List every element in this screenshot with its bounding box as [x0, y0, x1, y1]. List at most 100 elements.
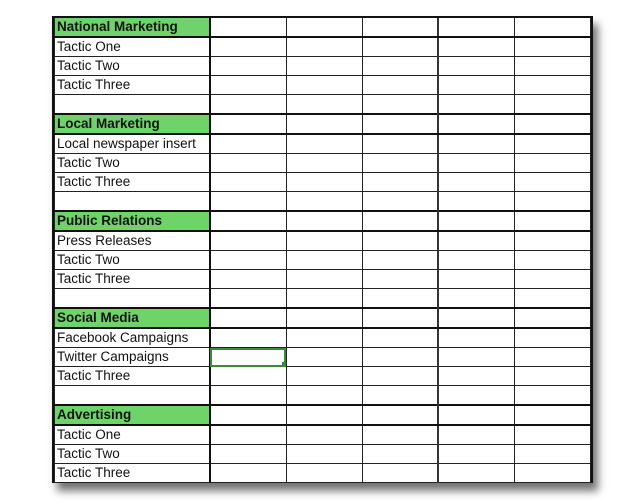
grid-cell[interactable] [209, 250, 287, 270]
grid-cell[interactable] [209, 113, 287, 135]
grid-cell[interactable] [361, 404, 440, 426]
grid-cell[interactable] [285, 424, 363, 445]
grid-cell[interactable] [361, 56, 440, 76]
category-header-cell[interactable]: Public Relations [54, 210, 211, 232]
category-header-cell[interactable]: Local Marketing [54, 113, 211, 135]
grid-cell[interactable] [361, 307, 440, 329]
grid-cell[interactable] [209, 153, 287, 173]
grid-cell[interactable] [361, 444, 440, 464]
grid-cell[interactable] [437, 94, 515, 115]
grid-cell[interactable] [513, 404, 592, 426]
grid-cell[interactable] [209, 56, 287, 76]
grid-cell[interactable] [361, 250, 440, 270]
grid-cell[interactable] [285, 18, 363, 38]
grid-cell[interactable] [285, 94, 363, 115]
grid-cell[interactable] [513, 444, 592, 464]
grid-cell[interactable] [285, 366, 363, 386]
category-header-cell[interactable]: Social Media [54, 307, 211, 329]
grid-cell[interactable] [437, 424, 515, 445]
grid-cell[interactable] [437, 366, 515, 386]
grid-cell[interactable] [513, 288, 592, 309]
grid-cell[interactable] [437, 385, 515, 406]
tactic-label-cell[interactable]: Tactic Three [54, 463, 211, 483]
grid-cell[interactable] [513, 366, 592, 386]
grid-cell[interactable] [209, 424, 287, 445]
grid-cell[interactable] [513, 36, 592, 57]
grid-cell[interactable] [361, 327, 440, 348]
grid-cell[interactable] [361, 18, 440, 38]
grid-cell[interactable] [513, 56, 592, 76]
grid-cell[interactable] [513, 463, 592, 483]
grid-cell[interactable] [361, 172, 440, 192]
tactic-label-cell[interactable]: Press Releases [54, 230, 211, 251]
grid-cell[interactable] [285, 153, 363, 173]
grid-cell[interactable] [209, 36, 287, 57]
grid-cell[interactable] [361, 463, 440, 483]
grid-cell[interactable] [285, 385, 363, 406]
grid-cell[interactable] [361, 366, 440, 386]
grid-cell[interactable] [437, 307, 515, 329]
grid-cell[interactable] [513, 113, 592, 135]
grid-cell[interactable] [437, 210, 515, 232]
grid-cell[interactable] [209, 172, 287, 192]
selected-grid-cell[interactable] [209, 347, 287, 367]
grid-cell[interactable] [513, 327, 592, 348]
grid-cell[interactable] [285, 36, 363, 57]
grid-cell[interactable] [437, 463, 515, 483]
fill-handle[interactable] [281, 362, 286, 366]
tactic-label-cell[interactable]: Tactic Three [54, 172, 211, 192]
grid-cell[interactable] [437, 36, 515, 57]
grid-cell[interactable] [437, 269, 515, 289]
grid-cell[interactable] [361, 230, 440, 251]
grid-cell[interactable] [437, 444, 515, 464]
grid-cell[interactable] [361, 36, 440, 57]
grid-cell[interactable] [513, 94, 592, 115]
grid-cell[interactable] [361, 113, 440, 135]
grid-cell[interactable] [361, 133, 440, 154]
grid-cell[interactable] [513, 18, 592, 38]
tactic-label-cell[interactable]: Tactic Three [54, 366, 211, 386]
grid-cell[interactable] [437, 18, 515, 38]
grid-cell[interactable] [437, 113, 515, 135]
grid-cell[interactable] [285, 172, 363, 192]
grid-cell[interactable] [209, 94, 287, 115]
tactic-label-cell[interactable]: Tactic Two [54, 153, 211, 173]
grid-cell[interactable] [437, 191, 515, 212]
grid-cell[interactable] [209, 404, 287, 426]
grid-cell[interactable] [361, 385, 440, 406]
tactic-label-cell[interactable]: Tactic Three [54, 75, 211, 95]
grid-cell[interactable] [513, 424, 592, 445]
tactic-label-cell[interactable]: Facebook Campaigns [54, 327, 211, 348]
category-header-cell[interactable]: National Marketing [54, 18, 211, 38]
grid-cell[interactable] [513, 172, 592, 192]
grid-cell[interactable] [361, 94, 440, 115]
grid-cell[interactable] [285, 250, 363, 270]
grid-cell[interactable] [437, 404, 515, 426]
grid-cell[interactable] [361, 210, 440, 232]
grid-cell[interactable] [361, 288, 440, 309]
grid-cell[interactable] [209, 18, 287, 38]
tactic-label-cell[interactable] [54, 191, 211, 212]
grid-cell[interactable] [285, 75, 363, 95]
grid-cell[interactable] [513, 191, 592, 212]
tactic-label-cell[interactable]: Tactic Three [54, 269, 211, 289]
grid-cell[interactable] [361, 424, 440, 445]
grid-cell[interactable] [513, 210, 592, 232]
grid-cell[interactable] [513, 385, 592, 406]
grid-cell[interactable] [209, 327, 287, 348]
tactic-label-cell[interactable]: Twitter Campaigns [54, 347, 211, 367]
grid-cell[interactable] [209, 385, 287, 406]
grid-cell[interactable] [513, 347, 592, 367]
grid-cell[interactable] [285, 210, 363, 232]
grid-cell[interactable] [437, 230, 515, 251]
tactic-label-cell[interactable]: Tactic Two [54, 250, 211, 270]
grid-cell[interactable] [209, 133, 287, 154]
tactic-label-cell[interactable] [54, 288, 211, 309]
tactic-label-cell[interactable]: Tactic One [54, 424, 211, 445]
grid-cell[interactable] [361, 269, 440, 289]
grid-cell[interactable] [209, 269, 287, 289]
grid-cell[interactable] [513, 250, 592, 270]
tactic-label-cell[interactable] [54, 385, 211, 406]
tactic-label-cell[interactable]: Tactic Two [54, 56, 211, 76]
grid-cell[interactable] [513, 75, 592, 95]
